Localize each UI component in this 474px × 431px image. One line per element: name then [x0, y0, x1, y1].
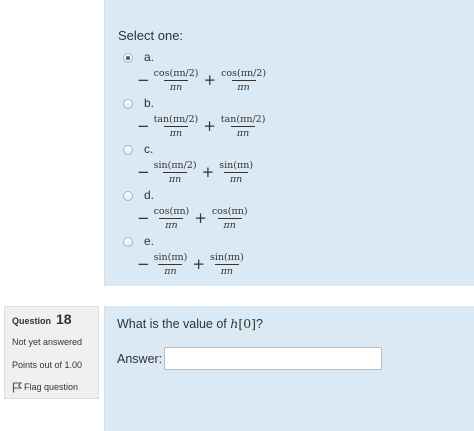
- question-18-content: What is the value of h[0]? Answer:: [104, 306, 474, 431]
- numerator: tan(πn/2): [220, 113, 266, 125]
- numerator: sin(πn): [219, 159, 254, 171]
- numerator: sin(πn/2): [153, 159, 197, 171]
- option-c-formula: − sin(πn/2) πn + sin(πn) πn: [137, 157, 254, 187]
- option-b[interactable]: b. − tan(πn/2) πn + tan(πn/2) πn: [123, 96, 463, 141]
- minus-sign: −: [137, 209, 150, 227]
- plus-sign: +: [201, 163, 215, 181]
- fraction-2: sin(πn) πn: [218, 160, 254, 185]
- fraction-1: tan(πn/2) πn: [153, 114, 200, 139]
- denominator: πn: [163, 171, 188, 185]
- select-one-prompt: Select one:: [118, 28, 184, 43]
- radio-option-d[interactable]: [123, 191, 133, 201]
- denominator: πn: [231, 125, 256, 139]
- option-letter: b.: [144, 96, 155, 110]
- question-1-content: Select one: a. − cos(πn/2) πn + cos(πn/2…: [104, 0, 474, 286]
- option-e-formula: − sin(πn) πn + sin(πn) πn: [137, 249, 245, 279]
- radio-option-b[interactable]: [123, 99, 133, 109]
- numerator: cos(πn): [211, 205, 248, 217]
- denominator: πn: [217, 217, 242, 231]
- option-b-formula: − tan(πn/2) πn + tan(πn/2) πn: [137, 111, 266, 141]
- question-text-end: ?: [256, 317, 263, 331]
- numerator: sin(πn): [153, 251, 188, 263]
- radio-option-c[interactable]: [123, 145, 133, 155]
- fraction-1: sin(πn/2) πn: [153, 160, 198, 185]
- plus-sign: +: [203, 117, 216, 135]
- fraction-1: cos(πn) πn: [153, 206, 191, 231]
- plus-sign: +: [194, 209, 207, 227]
- option-letter: d.: [144, 188, 155, 202]
- option-e[interactable]: e. − sin(πn) πn + sin(πn) πn: [123, 234, 463, 279]
- fraction-1: sin(πn) πn: [153, 252, 189, 277]
- denominator: πn: [214, 263, 239, 277]
- numerator: cos(πn/2): [221, 67, 267, 79]
- minus-sign: −: [137, 117, 150, 135]
- flag-question-label: Flag question: [24, 382, 79, 392]
- option-letter: a.: [144, 50, 155, 64]
- option-a-formula: − cos(πn/2) πn + cos(πn/2) πn: [137, 65, 267, 95]
- question-text: What is the value of h[0]?: [117, 316, 263, 331]
- answer-input[interactable]: [164, 347, 382, 370]
- plus-sign: +: [192, 255, 205, 273]
- numerator: cos(πn/2): [153, 67, 199, 79]
- question-text-start: What is the value of: [117, 317, 231, 331]
- minus-sign: −: [137, 255, 150, 273]
- minus-sign: −: [137, 71, 150, 89]
- minus-sign: −: [137, 163, 150, 181]
- radio-option-a[interactable]: [123, 53, 133, 63]
- question-label: Question: [12, 316, 52, 326]
- denominator: πn: [164, 79, 189, 93]
- option-a[interactable]: a. − cos(πn/2) πn + cos(πn/2) πn: [123, 50, 463, 95]
- fraction-2: cos(πn) πn: [211, 206, 249, 231]
- denominator: πn: [158, 263, 183, 277]
- radio-option-e[interactable]: [123, 237, 133, 247]
- denominator: πn: [224, 171, 249, 185]
- option-letter: c.: [144, 142, 154, 156]
- question-points: Points out of 1.00: [12, 360, 83, 370]
- option-letter: e.: [144, 234, 155, 248]
- question-info-box: Question 18 Not yet answered Points out …: [4, 306, 99, 399]
- math-bracket: [0]: [238, 316, 257, 331]
- denominator: πn: [159, 217, 184, 231]
- denominator: πn: [231, 79, 256, 93]
- flag-question-button[interactable]: Flag question: [12, 382, 78, 393]
- fraction-2: sin(πn) πn: [209, 252, 245, 277]
- plus-sign: +: [203, 71, 217, 89]
- fraction-2: tan(πn/2) πn: [220, 114, 267, 139]
- question-state: Not yet answered: [12, 337, 83, 347]
- option-d[interactable]: d. − cos(πn) πn + cos(πn) πn: [123, 188, 463, 233]
- answer-label: Answer:: [117, 352, 163, 366]
- denominator: πn: [163, 125, 188, 139]
- flag-icon: [12, 382, 22, 393]
- question-number: 18: [56, 311, 72, 327]
- numerator: sin(πn): [209, 251, 244, 263]
- numerator: cos(πn): [153, 205, 190, 217]
- fraction-2: cos(πn/2) πn: [220, 68, 267, 93]
- fraction-1: cos(πn/2) πn: [153, 68, 200, 93]
- numerator: tan(πn/2): [153, 113, 199, 125]
- option-c[interactable]: c. − sin(πn/2) πn + sin(πn) πn: [123, 142, 463, 187]
- option-d-formula: − cos(πn) πn + cos(πn) πn: [137, 203, 249, 233]
